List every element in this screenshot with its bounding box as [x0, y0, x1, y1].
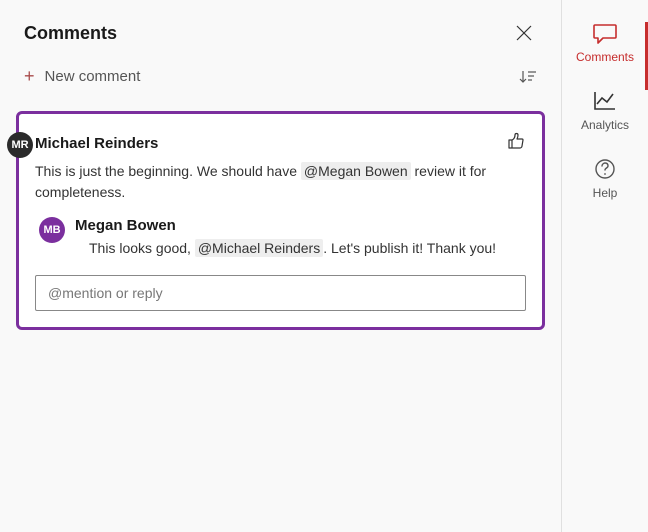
avatar: MB: [39, 217, 65, 243]
panel-header: Comments: [0, 0, 561, 58]
comments-panel: Comments + New comment MR: [0, 0, 562, 532]
panel-title: Comments: [24, 23, 117, 44]
mention[interactable]: @Michael Reinders: [195, 239, 323, 257]
reply-text-before: This looks good,: [89, 240, 195, 256]
comment-author: Michael Reinders: [35, 135, 158, 152]
new-comment-label: New comment: [45, 68, 141, 85]
comment-text-before: This is just the beginning. We should ha…: [35, 163, 301, 179]
reply-text-after: . Let's publish it! Thank you!: [323, 240, 496, 256]
comment-reply: MB Megan Bowen This looks good, @Michael…: [35, 217, 526, 259]
comment-body: This is just the beginning. We should ha…: [35, 161, 526, 203]
mention[interactable]: @Megan Bowen: [301, 162, 411, 180]
sort-button[interactable]: [519, 69, 537, 85]
comment: MR Michael Reinders This is just the beg…: [35, 132, 526, 203]
comment-header: Michael Reinders: [35, 132, 526, 155]
plus-icon: +: [24, 66, 35, 87]
reply-author: Megan Bowen: [75, 217, 526, 234]
sidebar-item-label: Comments: [576, 50, 634, 64]
sidebar-item-analytics[interactable]: Analytics: [581, 90, 629, 132]
help-icon: [594, 158, 616, 180]
toolbar: + New comment: [0, 58, 561, 103]
reply-body: This looks good, @Michael Reinders. Let'…: [75, 238, 526, 259]
avatar: MR: [7, 132, 33, 158]
comment-icon: [592, 22, 618, 44]
sidebar: Comments Analytics Help: [562, 0, 648, 532]
close-button[interactable]: [511, 20, 537, 46]
sidebar-item-comments[interactable]: Comments: [576, 22, 634, 64]
close-icon: [515, 24, 533, 42]
comment-thread[interactable]: MR Michael Reinders This is just the beg…: [16, 111, 545, 330]
new-comment-button[interactable]: + New comment: [24, 66, 140, 87]
sidebar-item-label: Analytics: [581, 118, 629, 132]
sidebar-item-help[interactable]: Help: [593, 158, 618, 200]
reply-content: Megan Bowen This looks good, @Michael Re…: [75, 217, 526, 259]
like-button[interactable]: [506, 132, 526, 155]
reply-input[interactable]: [35, 275, 526, 311]
analytics-icon: [593, 90, 617, 112]
sort-icon: [519, 69, 537, 85]
thumbs-up-icon: [506, 132, 526, 150]
sidebar-item-label: Help: [593, 186, 618, 200]
